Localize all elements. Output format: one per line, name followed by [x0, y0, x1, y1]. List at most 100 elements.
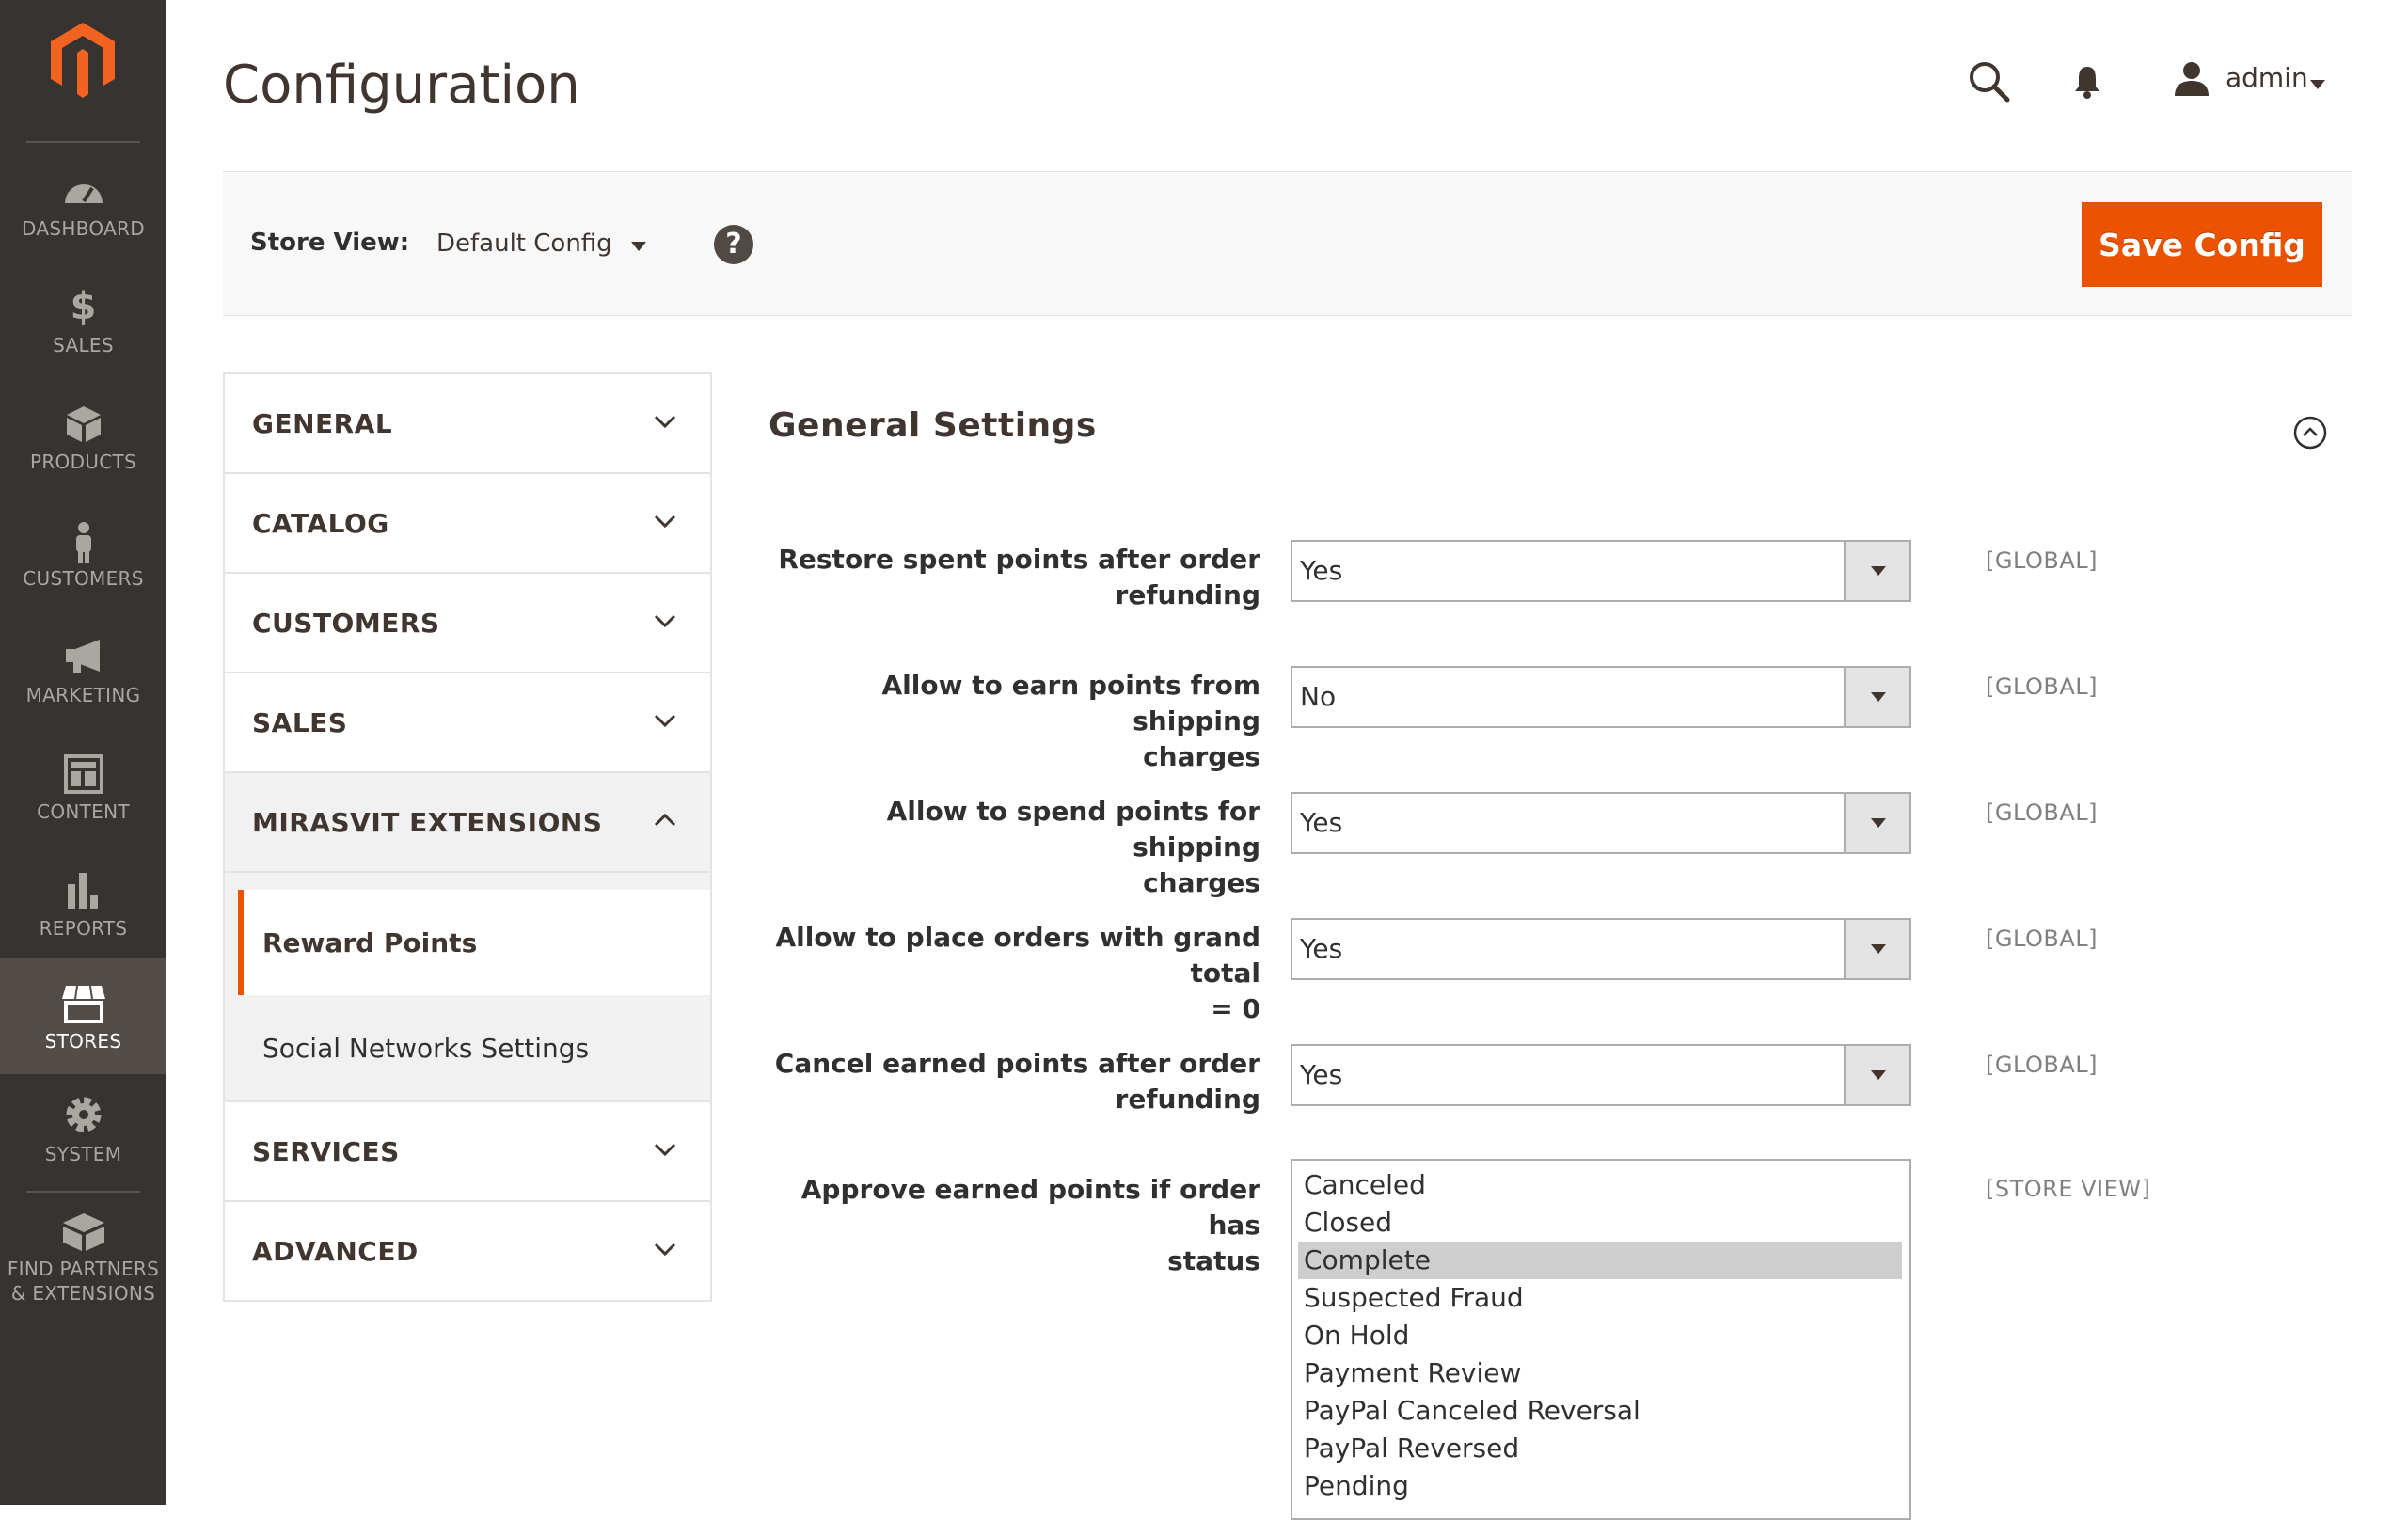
- sidebar-item-system[interactable]: SYSTEM: [0, 1084, 166, 1200]
- field-label-line: refunding: [1115, 579, 1260, 610]
- select-cancel-earned-points[interactable]: Yes: [1291, 1044, 1911, 1106]
- person-icon: [70, 521, 98, 568]
- tab-title: ADVANCED: [252, 1236, 419, 1267]
- store-view-switcher[interactable]: Default Config: [436, 225, 646, 262]
- sidebar-item-find-partners[interactable]: FIND PARTNERS & EXTENSIONS: [0, 1200, 166, 1317]
- sidebar-item-label: PRODUCTS: [29, 451, 136, 473]
- sidebar-item-reports[interactable]: REPORTS: [0, 850, 166, 967]
- option-complete[interactable]: Complete: [1298, 1242, 1902, 1279]
- option-suspected-fraud[interactable]: Suspected Fraud: [1298, 1279, 1902, 1317]
- tab-mirasvit-extensions[interactable]: MIRASVIT EXTENSIONS: [223, 771, 712, 873]
- option-pending[interactable]: Pending: [1298, 1467, 1902, 1505]
- tab-services[interactable]: SERVICES: [223, 1100, 712, 1200]
- option-paypal-canceled-reversal[interactable]: PayPal Canceled Reversal: [1298, 1392, 1902, 1430]
- page-title: Configuration: [223, 55, 580, 116]
- sidebar-item-label: STORES: [44, 1030, 122, 1053]
- sidebar-item-label: SYSTEM: [44, 1143, 122, 1165]
- scope-label: [GLOBAL]: [1986, 673, 2098, 700]
- field-label-grand-total-zero: Allow to place orders with grand total =…: [771, 920, 1260, 1027]
- tab-item-reward-points[interactable]: Reward Points: [238, 890, 710, 995]
- mirasvit-extensions-items: Reward Points Social Networks Settings: [223, 873, 712, 1100]
- tab-item-social-networks-settings[interactable]: Social Networks Settings: [238, 995, 710, 1100]
- admin-username[interactable]: admin: [2226, 62, 2308, 93]
- search-icon[interactable]: [1968, 60, 2011, 107]
- field-label-line: Cancel earned points after order: [774, 1048, 1260, 1079]
- select-value: Yes: [1300, 1059, 1343, 1090]
- tab-title: MIRASVIT EXTENSIONS: [252, 807, 603, 838]
- box-icon: [65, 404, 103, 448]
- sidebar-divider: [26, 141, 140, 143]
- sidebar-item-label-line2: & EXTENSIONS: [10, 1282, 156, 1305]
- select-restore-spent-points[interactable]: Yes: [1291, 540, 1911, 602]
- sidebar-item-stores[interactable]: STORES: [0, 958, 166, 1074]
- section-title: General Settings: [768, 406, 1097, 445]
- option-canceled[interactable]: Canceled: [1298, 1166, 1902, 1204]
- tab-general[interactable]: GENERAL: [223, 372, 712, 472]
- scope-label: [GLOBAL]: [1986, 1052, 2098, 1078]
- select-value: Yes: [1300, 933, 1343, 964]
- dropdown-arrow-icon: [1844, 542, 1909, 600]
- tab-sales[interactable]: SALES: [223, 672, 712, 771]
- field-label-cancel-earned-points: Cancel earned points after order refundi…: [771, 1046, 1260, 1117]
- bell-icon[interactable]: [2073, 64, 2101, 103]
- layout-icon: [63, 754, 103, 798]
- tab-advanced[interactable]: ADVANCED: [223, 1200, 712, 1302]
- user-icon[interactable]: [2173, 60, 2210, 102]
- tab-title: SALES: [252, 707, 348, 738]
- store-icon: [60, 984, 107, 1027]
- select-value: No: [1300, 681, 1337, 712]
- tab-customers[interactable]: CUSTOMERS: [223, 572, 712, 672]
- sidebar-item-label: SALES: [53, 334, 114, 356]
- save-config-button[interactable]: Save Config: [2082, 202, 2322, 287]
- option-on-hold[interactable]: On Hold: [1298, 1317, 1902, 1354]
- scope-label: [GLOBAL]: [1986, 926, 2098, 952]
- megaphone-icon: [62, 638, 105, 679]
- tab-catalog[interactable]: CATALOG: [223, 472, 712, 572]
- field-label-line: Restore spent points after order: [778, 544, 1260, 575]
- sidebar-item-content[interactable]: CONTENT: [0, 734, 166, 850]
- sidebar-item-customers[interactable]: CUSTOMERS: [0, 500, 166, 617]
- sidebar-item-products[interactable]: PRODUCTS: [0, 384, 166, 500]
- store-view-label: Store View:: [250, 229, 410, 257]
- field-label-approve-status: Approve earned points if order has statu…: [771, 1172, 1260, 1279]
- sidebar-item-sales[interactable]: $ SALES: [0, 267, 166, 384]
- admin-sidebar: DASHBOARD $ SALES PRODUCTS CUSTOMERS MAR…: [0, 0, 166, 1505]
- magento-logo-icon[interactable]: [49, 21, 117, 100]
- field-label-line: Allow to spend points for shipping: [886, 796, 1260, 863]
- scope-label: [GLOBAL]: [1986, 547, 2098, 574]
- sidebar-item-label: DASHBOARD: [22, 217, 145, 240]
- chevron-up-icon: [654, 813, 676, 831]
- sidebar-item-label: CONTENT: [37, 800, 130, 823]
- help-icon[interactable]: ?: [714, 225, 753, 264]
- select-spend-points-shipping[interactable]: Yes: [1291, 792, 1911, 854]
- sidebar-item-label: REPORTS: [39, 917, 128, 940]
- option-paypal-reversed[interactable]: PayPal Reversed: [1298, 1430, 1902, 1467]
- dollar-icon: $: [70, 285, 97, 328]
- select-earn-points-shipping[interactable]: No: [1291, 666, 1911, 728]
- blocks-icon: [61, 1211, 106, 1257]
- tab-title: SERVICES: [252, 1136, 400, 1167]
- chevron-down-icon[interactable]: [2310, 75, 2325, 93]
- multiselect-order-status[interactable]: Canceled Closed Complete Suspected Fraud…: [1291, 1159, 1911, 1520]
- config-tabs: GENERAL CATALOG CUSTOMERS SALES MIRASVIT…: [223, 372, 712, 1302]
- field-label-earn-points-shipping: Allow to earn points from shipping charg…: [771, 668, 1260, 775]
- sidebar-item-dashboard[interactable]: DASHBOARD: [0, 150, 166, 267]
- select-grand-total-zero[interactable]: Yes: [1291, 918, 1911, 980]
- store-view-bar: Store View: Default Config ? Save Config: [223, 171, 2352, 316]
- store-view-value: Default Config: [436, 230, 612, 258]
- tab-item-label: Reward Points: [262, 927, 478, 958]
- tab-title: CUSTOMERS: [252, 608, 440, 639]
- field-label-line: charges: [1143, 867, 1260, 898]
- dashboard-icon: [62, 171, 105, 213]
- tab-title: GENERAL: [252, 408, 393, 439]
- field-label-line: Allow to place orders with grand total: [775, 922, 1260, 989]
- field-label-line: Approve earned points if order has: [800, 1174, 1260, 1241]
- collapse-section-icon[interactable]: [2293, 416, 2327, 453]
- sidebar-item-marketing[interactable]: MARKETING: [0, 617, 166, 734]
- option-closed[interactable]: Closed: [1298, 1204, 1902, 1242]
- bar-chart-icon: [64, 871, 103, 914]
- chevron-down-icon: [654, 514, 676, 531]
- chevron-down-icon: [654, 613, 676, 631]
- option-payment-review[interactable]: Payment Review: [1298, 1354, 1902, 1392]
- sidebar-item-label: MARKETING: [25, 684, 141, 706]
